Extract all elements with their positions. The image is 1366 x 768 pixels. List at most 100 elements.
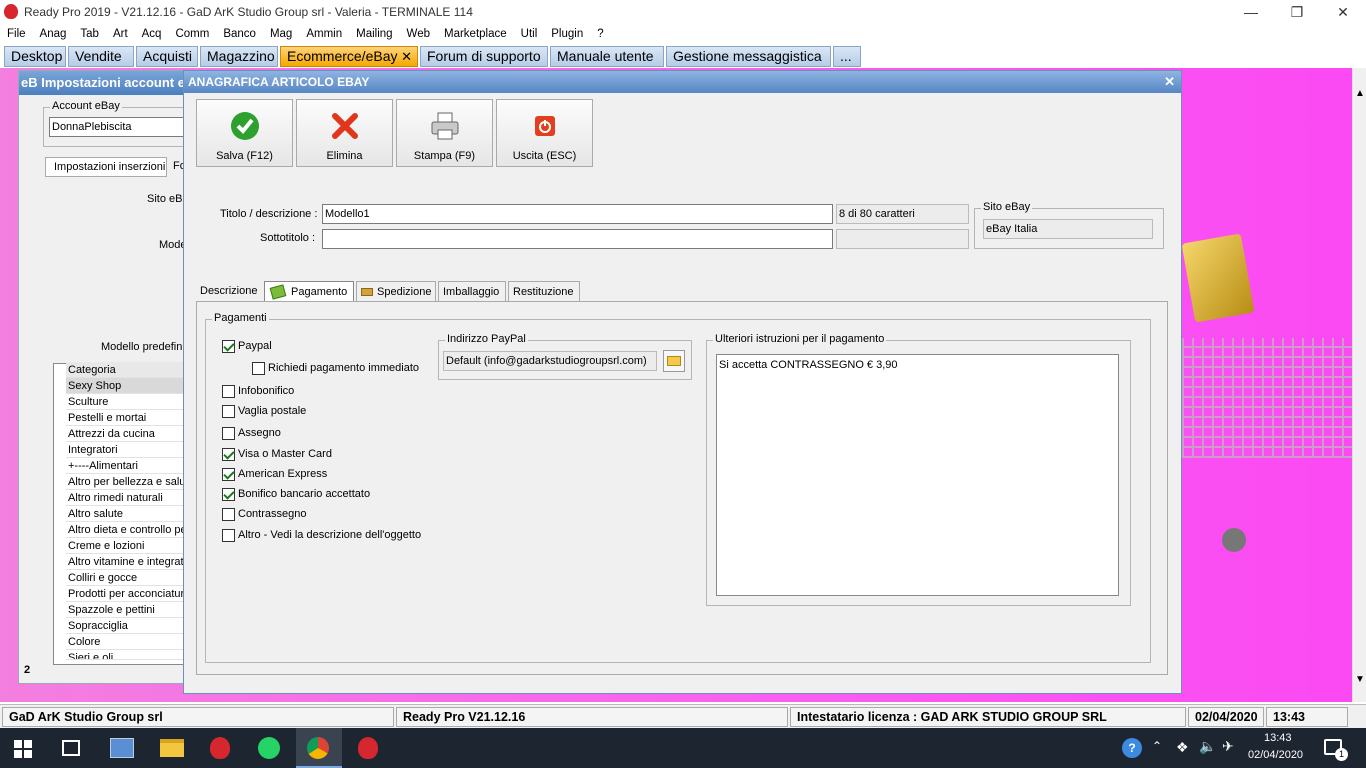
categories-header[interactable]: Categoria — [66, 362, 200, 378]
menu-plugin[interactable]: Plugin — [544, 28, 590, 40]
restore-button[interactable]: ❐ — [1274, 0, 1320, 24]
taskbar-date[interactable]: 02/04/2020 — [1248, 749, 1303, 761]
taskbar-time[interactable]: 13:43 — [1264, 732, 1292, 744]
subtab-imballaggio[interactable]: Imballaggio — [438, 281, 506, 302]
menu-marketplace[interactable]: Marketplace — [437, 28, 514, 40]
close-window-button[interactable]: ✕ — [1320, 0, 1366, 24]
account-field[interactable]: DonnaPlebiscita — [49, 117, 199, 137]
delete-button[interactable]: Elimina — [296, 99, 393, 167]
amex-checkbox[interactable] — [222, 468, 235, 481]
close-tab-icon[interactable]: ✕ — [401, 47, 412, 66]
menu-util[interactable]: Util — [514, 28, 545, 40]
tab-ecommerce-ebay[interactable]: Ecommerce/eBay ✕ — [280, 46, 418, 67]
list-item[interactable]: Altro salute — [66, 506, 200, 522]
whatsapp-icon[interactable] — [258, 737, 280, 759]
folder-button[interactable] — [663, 350, 685, 372]
ready-pro-icon-2[interactable] — [358, 737, 378, 759]
menu-acq[interactable]: Acq — [135, 28, 169, 40]
dialog-close-icon[interactable]: ✕ — [1164, 74, 1175, 90]
notification-count: 1 — [1335, 748, 1348, 761]
vaglia-checkbox[interactable] — [222, 405, 235, 418]
scroll-down-arrow-icon[interactable]: ▼ — [1355, 674, 1365, 685]
bonifico-checkbox[interactable] — [222, 488, 235, 501]
altro-label: Altro - Vedi la descrizione dell'oggetto — [238, 529, 422, 541]
tab-gestione-messaggistica[interactable]: Gestione messaggistica — [666, 46, 831, 67]
assegno-checkbox[interactable] — [222, 427, 235, 440]
menu-help[interactable]: ? — [590, 28, 610, 40]
modello-label: Modello predefinit — [101, 341, 188, 353]
menu-anag[interactable]: Anag — [33, 28, 74, 40]
exit-button[interactable]: Uscita (ESC) — [496, 99, 593, 167]
site-group-label: Sito eBay — [981, 201, 1033, 213]
list-item[interactable]: Sieri e oli — [66, 650, 200, 660]
tray-chevron-icon[interactable]: ⌃ — [1152, 739, 1162, 753]
menu-comm[interactable]: Comm — [168, 28, 216, 40]
list-item[interactable]: Sexy Shop — [66, 378, 200, 394]
list-item[interactable]: Pestelli e mortai — [66, 410, 200, 426]
dropbox-icon[interactable]: ❖ — [1176, 739, 1189, 756]
list-item[interactable]: Altro per bellezza e salu — [66, 474, 200, 490]
print-button[interactable]: Stampa (F9) — [396, 99, 493, 167]
subtab-pagamento[interactable]: Pagamento — [264, 281, 354, 302]
instructions-textarea[interactable]: Si accetta CONTRASSEGNO € 3,90 — [716, 354, 1119, 596]
chrome-icon[interactable] — [296, 728, 342, 768]
list-item[interactable]: Colore — [66, 634, 200, 650]
menu-ammin[interactable]: Ammin — [299, 28, 349, 40]
volume-icon[interactable]: 🔈 — [1199, 738, 1216, 755]
subtab-restituzione[interactable]: Restituzione — [508, 281, 580, 302]
infobonifico-checkbox[interactable] — [222, 385, 235, 398]
list-item[interactable]: Sculture — [66, 394, 200, 410]
list-item[interactable]: Colliri e gocce — [66, 570, 200, 586]
tab-acquisti[interactable]: Acquisti — [136, 46, 198, 67]
start-windows-icon[interactable] — [14, 740, 32, 758]
title-input[interactable]: Modello1 — [322, 204, 833, 224]
list-item[interactable]: Integratori — [66, 442, 200, 458]
menu-mailing[interactable]: Mailing — [349, 28, 399, 40]
tab-ecommerce-label: Ecommerce/eBay — [287, 48, 398, 64]
menu-banco[interactable]: Banco — [216, 28, 263, 40]
list-item[interactable]: Altro dieta e controllo pe — [66, 522, 200, 538]
menu-mag[interactable]: Mag — [263, 28, 299, 40]
contrassegno-checkbox[interactable] — [222, 508, 235, 521]
help-icon[interactable]: ? — [1122, 738, 1142, 758]
subtab-spedizione[interactable]: Spedizione — [356, 281, 436, 302]
list-item[interactable]: Altro vitamine e integrat — [66, 554, 200, 570]
immediate-payment-label: Richiedi pagamento immediato — [268, 362, 420, 374]
save-button[interactable]: Salva (F12) — [196, 99, 293, 167]
tab-more[interactable]: ... — [833, 46, 861, 67]
immediate-payment-checkbox[interactable] — [252, 362, 265, 375]
list-item[interactable]: +----Alimentari — [66, 458, 200, 474]
file-explorer-icon[interactable] — [160, 739, 184, 757]
network-icon[interactable]: ✈ — [1222, 738, 1234, 755]
scroll-up-arrow-icon[interactable]: ▲ — [1355, 88, 1365, 99]
network-admin-icon[interactable] — [110, 738, 134, 758]
tab-forum-supporto[interactable]: Forum di supporto — [420, 46, 548, 67]
tab-manuale-utente[interactable]: Manuale utente — [550, 46, 664, 67]
subtitle-input[interactable] — [322, 229, 833, 249]
list-item[interactable]: Sopracciglia — [66, 618, 200, 634]
site-field: eBay Italia — [983, 219, 1153, 239]
subtab-descrizione[interactable]: Descrizione — [196, 281, 260, 302]
paypal-address-group: Indirizzo PayPal Default (info@gadarkstu… — [438, 333, 692, 380]
menu-file[interactable]: File — [0, 28, 33, 40]
list-item[interactable]: Prodotti per acconciatur — [66, 586, 200, 602]
visa-checkbox[interactable] — [222, 448, 235, 461]
task-view-icon[interactable] — [62, 740, 80, 756]
tab-vendite[interactable]: Vendite — [68, 46, 134, 67]
list-item[interactable]: Altro rimedi naturali — [66, 490, 200, 506]
list-item[interactable]: Spazzole e pettini — [66, 602, 200, 618]
list-item[interactable]: Creme e lozioni — [66, 538, 200, 554]
altro-checkbox[interactable] — [222, 529, 235, 542]
list-item[interactable]: Attrezzi da cucina — [66, 426, 200, 442]
paypal-checkbox[interactable] — [222, 340, 235, 353]
menu-tab[interactable]: Tab — [73, 28, 106, 40]
account-settings-title: eB Impostazioni account e — [19, 71, 197, 95]
ready-pro-icon[interactable] — [210, 737, 230, 759]
desktop-scrollbar[interactable]: ▲ ▼ — [1352, 68, 1366, 702]
menu-web[interactable]: Web — [400, 28, 437, 40]
tab-desktop[interactable]: Desktop — [4, 46, 66, 67]
tab-magazzino[interactable]: Magazzino — [200, 46, 278, 67]
tab-impostazioni-inserzioni[interactable]: Impostazioni inserzioni — [45, 157, 167, 177]
menu-art[interactable]: Art — [106, 28, 135, 40]
minimize-button[interactable]: — — [1228, 0, 1274, 24]
